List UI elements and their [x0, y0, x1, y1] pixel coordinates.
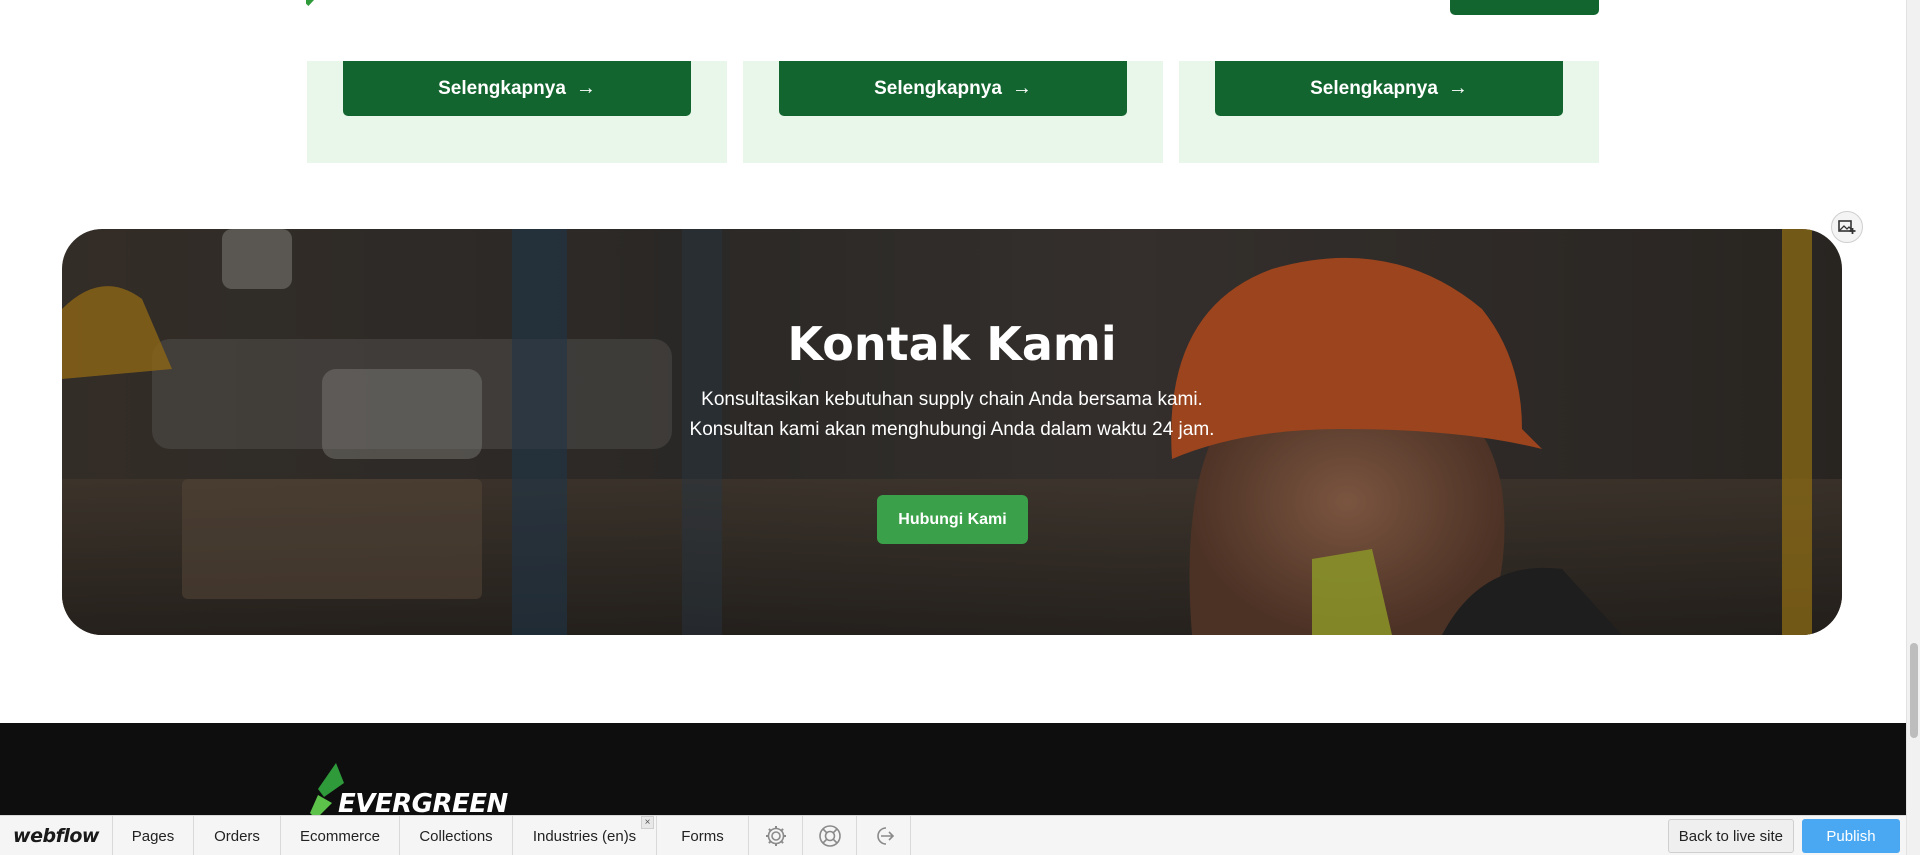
nav-forms-label: Forms	[681, 827, 724, 845]
help-button[interactable]	[803, 816, 857, 855]
arrow-right-icon: →	[575, 77, 596, 99]
logout-button[interactable]	[857, 816, 911, 855]
footer-logo[interactable]: EVERGREEN	[308, 763, 508, 819]
back-to-live-site-button[interactable]: Back to live site	[1667, 819, 1794, 853]
learn-more-button[interactable]: Selengkapnya →	[779, 61, 1127, 116]
webflow-logo[interactable]: webflow	[0, 816, 113, 855]
add-image-icon	[1838, 220, 1856, 234]
nav-collections-label: Collections	[419, 827, 493, 845]
header-logo-fragment	[306, 0, 314, 6]
learn-more-label: Selengkapnya	[874, 77, 1002, 99]
nav-ecommerce-label: Ecommerce	[299, 827, 381, 845]
nav-pages-label: Pages	[131, 827, 175, 845]
nav-pages[interactable]: Pages	[113, 816, 194, 855]
learn-more-button[interactable]: Selengkapnya →	[343, 61, 691, 116]
scrollbar-thumb[interactable]	[1910, 643, 1918, 738]
contact-description-line: Konsultasikan kebutuhan supply chain And…	[701, 389, 1203, 410]
add-image-button[interactable]	[1831, 211, 1863, 243]
page: Selengkapnya → Selengkapnya → Selengkapn…	[0, 0, 1920, 855]
contact-title: Kontak Kami	[787, 317, 1117, 371]
nav-collections[interactable]: Collections	[400, 816, 513, 855]
learn-more-label: Selengkapnya	[438, 77, 566, 99]
arrow-right-icon: →	[1447, 77, 1468, 99]
service-card: Selengkapnya →	[1179, 61, 1599, 163]
close-icon[interactable]: ×	[641, 816, 654, 829]
webflow-editor-bar: webflow Pages Orders Ecommerce Collectio…	[0, 815, 1906, 855]
service-card: Selengkapnya →	[307, 61, 727, 163]
arrow-right-icon: →	[1011, 77, 1032, 99]
nav-forms[interactable]: Forms	[657, 816, 749, 855]
learn-more-label: Selengkapnya	[1310, 77, 1438, 99]
nav-ecommerce[interactable]: Ecommerce	[281, 816, 400, 855]
nav-orders[interactable]: Orders	[194, 816, 281, 855]
site-header	[0, 0, 1906, 61]
help-lifebuoy-icon	[818, 825, 841, 847]
publish-button[interactable]: Publish	[1802, 819, 1900, 853]
contact-hero: Kontak Kami Konsultasikan kebutuhan supp…	[62, 229, 1842, 635]
share-exit-icon	[876, 827, 894, 845]
service-card: Selengkapnya →	[743, 61, 1163, 163]
contact-us-button[interactable]: Hubungi Kami	[877, 495, 1028, 544]
webflow-logo-text: webflow	[13, 825, 99, 847]
contact-description-line: Konsultan kami akan menghubungi Anda dal…	[689, 419, 1215, 440]
contact-description: Konsultasikan kebutuhan supply chain And…	[62, 385, 1842, 445]
learn-more-button[interactable]: Selengkapnya →	[1215, 61, 1563, 116]
settings-button[interactable]	[749, 816, 803, 855]
nav-industries-label: Industries (en)s	[532, 827, 637, 845]
settings-gear-icon	[765, 826, 786, 846]
editor-actions: Back to live site Publish	[1667, 816, 1906, 855]
nav-industries[interactable]: Industries (en)s ×	[513, 816, 657, 855]
header-cta-button[interactable]	[1450, 0, 1599, 15]
vertical-scrollbar[interactable]	[1906, 0, 1920, 855]
nav-orders-label: Orders	[214, 827, 260, 845]
